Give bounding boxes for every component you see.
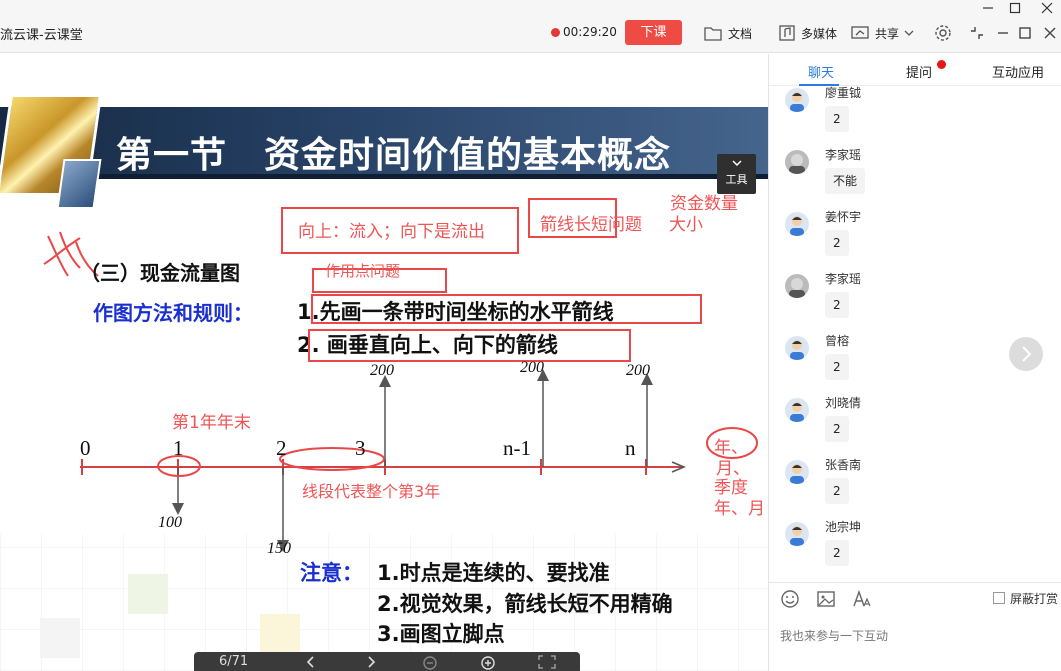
avatar <box>785 212 809 236</box>
slide-pager-bar: 6/71 <box>194 652 580 671</box>
chat-message: 李家瑶 不能 <box>785 146 1035 208</box>
cash-flow-diagram <box>80 369 758 552</box>
avatar <box>785 522 809 546</box>
settings-gear-icon[interactable] <box>934 24 952 42</box>
emoji-icon[interactable] <box>780 589 800 609</box>
tab-questions[interactable]: 提问 <box>906 62 932 81</box>
unread-dot-icon <box>937 60 946 69</box>
message-text: 2 <box>825 292 849 318</box>
cash-outflow-value: 150 <box>267 540 291 557</box>
close-window-icon[interactable] <box>1039 0 1055 16</box>
message-text: 2 <box>825 478 849 504</box>
sender-name: 曾榕 <box>825 334 850 348</box>
cash-inflow-value: 200 <box>520 359 544 376</box>
avatar <box>785 460 809 484</box>
chat-panel: 聊天 提问 互动应用 廖重钺 2 李家瑶 不能 姜怀宇 2 李家瑶 2 曾榕 2… <box>768 54 1061 671</box>
axis-label: 1 <box>173 436 184 460</box>
message-text: 2 <box>825 540 849 566</box>
cash-inflow-value: 200 <box>370 362 394 379</box>
recording-dot-icon <box>551 28 560 37</box>
fullscreen-icon[interactable] <box>538 655 556 669</box>
window-title: 流云课-云课堂 <box>0 28 83 43</box>
annotation-unit: 年、月 <box>714 499 765 519</box>
message-text: 2 <box>825 354 849 380</box>
block-tips-checkbox[interactable] <box>993 592 1005 604</box>
zoom-out-icon[interactable] <box>422 655 438 671</box>
page-indicator: 6/71 <box>219 654 249 669</box>
classroom-window: 流云课-云课堂 00:29:20 下课 文档 多媒体 共享 第一节 资金时间价值… <box>0 0 1061 671</box>
avatar <box>785 336 809 360</box>
sender-name: 姜怀宇 <box>825 210 862 224</box>
annotation-year1-end: 第1年年末 <box>172 413 251 433</box>
cash-outflow-value: 100 <box>158 514 182 531</box>
sender-name: 李家瑶 <box>825 148 862 162</box>
chat-message: 曾榕 2 <box>785 332 1035 394</box>
zoom-in-icon[interactable] <box>480 655 496 671</box>
minimize-panel-icon[interactable] <box>994 24 1012 42</box>
note-label: 注意： <box>300 561 363 585</box>
axis-label: 3 <box>355 436 366 460</box>
next-arrow-button[interactable] <box>1009 337 1043 371</box>
avatar <box>785 88 809 112</box>
cash-inflow-value: 200 <box>626 362 650 379</box>
chevron-right-icon <box>1022 346 1032 362</box>
chat-input-field[interactable]: 我也来参与一下互动 <box>780 627 888 644</box>
axis-label: 2 <box>276 436 287 460</box>
media-icon <box>779 25 795 41</box>
share-label: 共享 <box>875 26 900 41</box>
avatar <box>785 274 809 298</box>
sender-name: 廖重钺 <box>825 86 862 100</box>
next-page-icon[interactable] <box>364 655 378 669</box>
axis-label: n-1 <box>503 436 531 460</box>
maximize-window-icon[interactable] <box>1007 0 1023 16</box>
sender-name: 池宗坤 <box>825 520 862 534</box>
avatar <box>785 150 809 174</box>
block-tips-label: 屏蔽打赏 <box>1010 592 1059 606</box>
message-text: 2 <box>825 230 849 256</box>
end-class-button[interactable]: 下课 <box>625 20 682 45</box>
chat-message: 廖重钺 2 <box>785 86 1035 146</box>
share-button[interactable]: 共享 <box>851 22 921 44</box>
folder-icon <box>704 27 722 41</box>
chat-message: 姜怀宇 2 <box>785 208 1035 270</box>
title-bar: 流云课-云课堂 00:29:20 下课 文档 多媒体 共享 <box>0 0 1061 53</box>
restore-panel-icon[interactable] <box>1016 24 1034 42</box>
note-1: 1.时点是连续的、要找准 <box>377 561 610 585</box>
chat-message: 池宗坤 2 <box>785 518 1035 580</box>
minimize-window-icon[interactable] <box>980 0 996 16</box>
note-3: 3.画图立脚点 <box>377 622 505 646</box>
axis-label: 0 <box>80 436 91 460</box>
message-text: 不能 <box>825 168 866 194</box>
previous-page-icon[interactable] <box>304 655 318 669</box>
panel-tabs: 聊天 提问 互动应用 <box>769 54 1061 86</box>
tab-interactive-apps[interactable]: 互动应用 <box>992 62 1044 81</box>
image-icon[interactable] <box>816 589 836 609</box>
message-text: 2 <box>825 106 849 132</box>
message-text: 2 <box>825 416 849 442</box>
axis-label: n <box>625 436 636 460</box>
tab-chat[interactable]: 聊天 <box>808 62 834 81</box>
sender-name: 刘晓倩 <box>825 396 862 410</box>
sender-name: 张香南 <box>825 458 862 472</box>
chevron-down-icon <box>904 30 914 36</box>
exit-fullscreen-icon[interactable] <box>968 24 986 42</box>
documents-label: 文档 <box>728 26 753 41</box>
chat-message: 刘晓倩 2 <box>785 394 1035 456</box>
multimedia-label: 多媒体 <box>801 26 838 41</box>
documents-button[interactable]: 文档 <box>704 22 752 44</box>
presentation-slide: 第一节 资金时间价值的基本概念 工具 向上：流入；向下是流出 箭线长短问题 大小… <box>0 54 768 671</box>
chat-message: 李家瑶 2 <box>785 270 1035 332</box>
multimedia-button[interactable]: 多媒体 <box>779 22 837 44</box>
annotation-segment: 线段代表整个第3年 <box>302 482 441 501</box>
class-timer: 00:29:20 <box>563 25 617 39</box>
avatar <box>785 398 809 422</box>
font-size-icon[interactable] <box>852 589 872 609</box>
chat-message-list[interactable]: 廖重钺 2 李家瑶 不能 姜怀宇 2 李家瑶 2 曾榕 2 刘晓倩 2 张香南 … <box>769 86 1061 582</box>
note-2: 2.视觉效果，箭线长短不用精确 <box>377 592 673 616</box>
close-panel-icon[interactable] <box>1041 24 1059 42</box>
chat-input-area: 屏蔽打赏 我也来参与一下互动 <box>769 582 1061 671</box>
sender-name: 李家瑶 <box>825 272 862 286</box>
share-screen-icon <box>851 26 869 39</box>
chat-message: 张香南 2 <box>785 456 1035 518</box>
